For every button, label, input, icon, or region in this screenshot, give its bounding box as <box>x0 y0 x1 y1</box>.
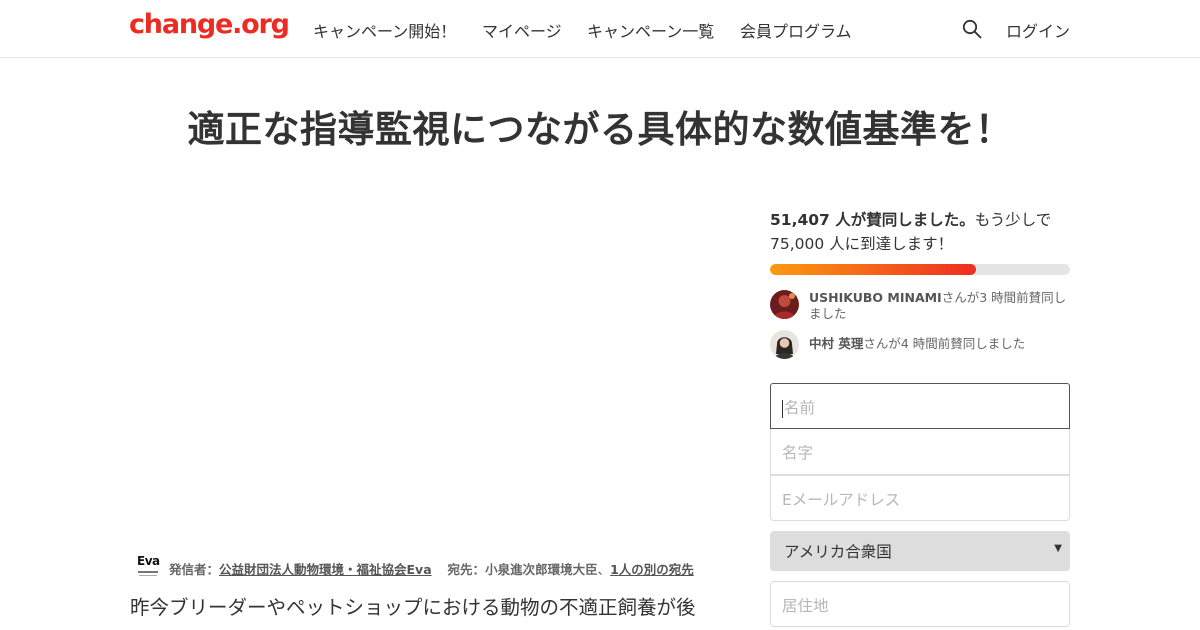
signer-activity: さんが4 時間前賛同しました <box>863 336 1026 351</box>
text-caret <box>782 399 783 418</box>
recipient-label: 宛先： <box>447 562 486 577</box>
country-selected-value: アメリカ合衆国 <box>784 543 892 561</box>
search-icon[interactable] <box>962 19 982 39</box>
recent-signer-item: USHIKUBO MINAMIさんが3 時間前賛同しました <box>770 290 1070 324</box>
first-name-placeholder: 名前 <box>784 399 816 417</box>
eva-organization-logo: Eva <box>136 551 160 581</box>
signer-avatar <box>770 290 799 319</box>
signer-name: 中村 英理 <box>809 336 864 351</box>
petition-description: 昨今ブリーダーやペットショップにおける動物の不適正飼養が後 <box>130 596 696 619</box>
email-placeholder: Eメールアドレス <box>782 491 901 509</box>
email-field[interactable]: Eメールアドレス <box>770 475 1070 521</box>
starter-link[interactable]: 公益財団法人動物環境・福祉協会Eva <box>219 562 432 577</box>
first-name-field[interactable]: 名前 <box>770 383 1070 429</box>
recipient-separator: 、 <box>597 562 611 577</box>
nav-start-campaign[interactable]: キャンペーン開始！ <box>313 18 456 42</box>
last-name-field[interactable]: 名字 <box>770 429 1070 475</box>
signature-goal: 75,000 人に到達します！ <box>770 235 954 253</box>
signature-progress-bar <box>770 264 1070 275</box>
signature-count: 51,407 人が賛同しました。 <box>770 211 975 229</box>
nav-member-program[interactable]: 会員プログラム <box>740 18 852 42</box>
address-placeholder: 居住地 <box>782 597 829 615</box>
recent-signer-item: 中村 英理さんが4 時間前賛同しました <box>770 330 1070 360</box>
address-field[interactable]: 居住地 <box>770 581 1070 627</box>
country-select[interactable]: アメリカ合衆国 ▼ <box>770 531 1070 571</box>
signature-progress-fill <box>770 264 976 275</box>
nav-campaign-list[interactable]: キャンペーン一覧 <box>587 18 714 42</box>
signature-count-rest: もう少しで <box>974 211 1052 229</box>
top-navigation-bar: change.org キャンペーン開始！ マイページ キャンペーン一覧 会員プロ… <box>0 0 1200 58</box>
signer-name: USHIKUBO MINAMI <box>809 290 942 305</box>
nav-my-page[interactable]: マイページ <box>482 18 562 42</box>
login-link[interactable]: ログイン <box>1006 18 1070 42</box>
change-org-logo[interactable]: change.org <box>129 9 290 40</box>
signature-summary: 51,407 人が賛同しました。もう少しで 75,000 人に到達します！ <box>770 208 1070 256</box>
petition-title: 適正な指導監視につながる具体的な数値基準を！ <box>187 108 1013 151</box>
other-recipients-link[interactable]: 1人の別の宛先 <box>610 562 694 577</box>
dropdown-arrow-icon: ▼ <box>1054 543 1062 554</box>
recipient-name: 小泉進次郎環境大臣 <box>485 562 598 577</box>
petition-byline: Eva 発信者：公益財団法人動物環境・福祉協会Eva 宛先：小泉進次郎環境大臣、… <box>136 551 736 581</box>
signer-avatar <box>770 330 799 359</box>
last-name-placeholder: 名字 <box>782 444 814 462</box>
starter-label: 発信者： <box>169 562 220 577</box>
